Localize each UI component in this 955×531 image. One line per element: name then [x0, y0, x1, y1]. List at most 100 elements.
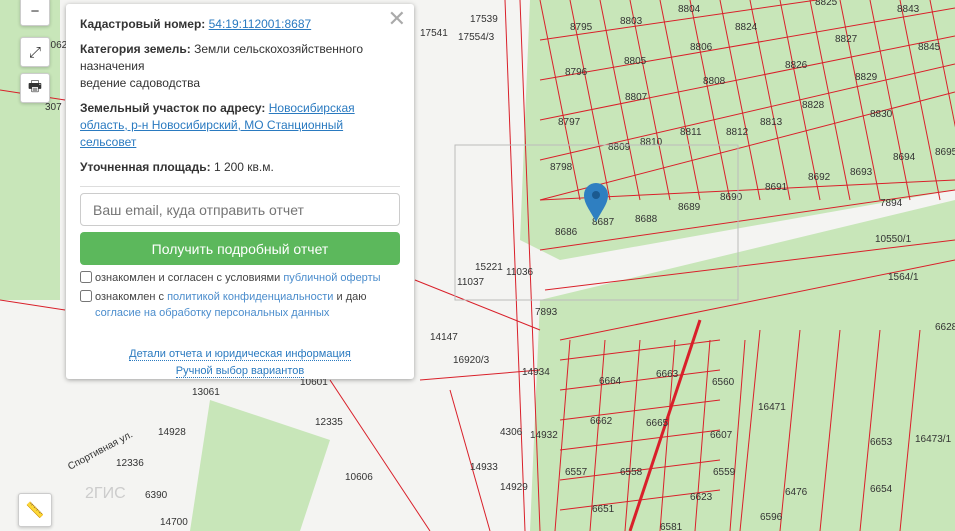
parcel-number-label: 7893 — [535, 307, 558, 318]
parcel-number-label: 8796 — [565, 67, 588, 78]
parcel-number-label: 15221 — [475, 262, 503, 273]
parcel-number-label: 8692 — [808, 172, 831, 183]
parcel-boundary — [329, 379, 431, 531]
parcel-number-label: 16473/1 — [915, 434, 952, 445]
parcel-number-label: 14933 — [470, 462, 498, 473]
zoom-out-button[interactable]: − — [20, 0, 50, 26]
parcel-boundary — [0, 299, 66, 311]
privacy-checkbox[interactable] — [80, 290, 92, 302]
parcel-number-label: 7894 — [880, 198, 903, 209]
parcel-number-label: 8807 — [625, 92, 648, 103]
watermark: 2ГИС — [85, 485, 126, 502]
parcel-number-label: 6623 — [690, 492, 713, 503]
parcel-number-label: 6628 — [935, 322, 955, 333]
parcel-number-label: 6581 — [660, 522, 683, 531]
divider — [80, 186, 400, 187]
close-icon[interactable]: ✕ — [388, 6, 406, 32]
parcel-number-label: 8812 — [726, 127, 749, 138]
agree1-text: ознакомлен и согласен с условиями — [95, 272, 281, 284]
parcel-number-label: 8827 — [835, 34, 858, 45]
parcel-number-label: 8688 — [635, 214, 658, 225]
parcel-number-label: 8803 — [620, 16, 643, 27]
offer-checkbox[interactable] — [80, 271, 92, 283]
parcel-number-label: 8811 — [680, 127, 702, 138]
parcel-number-label: 6559 — [713, 467, 736, 478]
parcel-number-label: 10606 — [345, 472, 373, 483]
parcel-number-label: 8693 — [850, 167, 873, 178]
parcel-number-label: 13061 — [192, 387, 220, 398]
printer-icon: 🖶 — [27, 77, 43, 95]
area-value: 1 200 кв.м. — [213, 160, 274, 174]
parcel-number-label: 11037 — [457, 277, 485, 288]
parcel-number-label: 10550/1 — [875, 234, 912, 245]
parcel-number-label: 17539 — [470, 14, 498, 25]
fullscreen-button[interactable]: ⤢ — [20, 37, 50, 67]
parcel-number-label: 8824 — [735, 22, 758, 33]
category-use: ведение садоводства — [80, 76, 201, 90]
parcel-number-label: 8808 — [703, 76, 726, 87]
parcel-number-label: 6663 — [656, 369, 679, 380]
parcel-number-label: 8795 — [570, 22, 593, 33]
address-label: Земельный участок по адресу: — [80, 101, 266, 115]
expand-icon: ⤢ — [28, 43, 41, 61]
email-input[interactable] — [80, 193, 400, 226]
parcel-number-label: 14934 — [522, 367, 550, 378]
parcel-number-label: 6390 — [145, 490, 168, 501]
parcel-number-label: 17541 — [420, 28, 448, 39]
parcel-number-label: 8843 — [897, 4, 920, 15]
cadastral-number-link[interactable]: 54:19:112001:8687 — [209, 17, 312, 31]
parcel-number-label: 12335 — [315, 417, 343, 428]
parcel-number-label: 8686 — [555, 227, 578, 238]
ruler-icon: 📏 — [25, 502, 45, 519]
parcel-number-label: 6664 — [599, 376, 622, 387]
agree2-text: ознакомлен с — [95, 291, 165, 303]
parcel-boundary — [504, 0, 526, 531]
parcel-boundary — [449, 389, 491, 531]
get-report-button[interactable]: Получить подробный отчет — [80, 232, 400, 265]
parcel-number-label: 8804 — [678, 4, 701, 15]
parcel-number-label: 8825 — [815, 0, 838, 8]
parcel-number-label: 14928 — [158, 427, 186, 438]
details-link[interactable]: Детали отчета и юридическая информация — [129, 348, 351, 361]
parcel-number-label: 14700 — [160, 517, 188, 528]
parcel-number-label: 307 — [45, 102, 62, 113]
cadastral-label: Кадастровый номер: — [80, 17, 206, 31]
parcel-number-label: 4306 — [500, 427, 523, 438]
parcel-number-label: 8797 — [558, 117, 581, 128]
parcel-number-label: 6476 — [785, 487, 808, 498]
parcel-info-popup: ✕ Кадастровый номер: 54:19:112001:8687 К… — [66, 4, 414, 379]
category-label: Категория земель: — [80, 42, 191, 56]
parcel-number-label: 8805 — [624, 56, 647, 67]
parcel-number-label: 8691 — [765, 182, 788, 193]
consent-link[interactable]: согласие на обработку персональных данны… — [95, 307, 329, 319]
manual-selection-link[interactable]: Ручной выбор вариантов — [175, 365, 305, 378]
parcel-number-label: 16920/3 — [453, 355, 490, 366]
agree2-mid: и даю — [336, 291, 367, 303]
parcel-number-label: 8806 — [690, 42, 713, 53]
parcel-number-label: 8828 — [802, 100, 825, 111]
parcel-number-label: 6557 — [565, 467, 588, 478]
print-button[interactable]: 🖶 — [20, 73, 50, 103]
privacy-link[interactable]: политикой конфиденциальности — [167, 291, 333, 303]
parcel-number-label: 14932 — [530, 430, 558, 441]
parcel-number-label: 6558 — [620, 467, 643, 478]
parcel-number-label: 16471 — [758, 402, 786, 413]
parcel-number-label: 6607 — [710, 430, 733, 441]
parcel-number-label: 8845 — [918, 42, 941, 53]
parcel-number-label: 12336 — [116, 458, 144, 469]
parcel-number-label: 11036 — [506, 267, 534, 278]
parcel-number-label: 392 — [0, 0, 17, 3]
parcel-number-label: 8798 — [550, 162, 573, 173]
area-label: Уточненная площадь: — [80, 160, 211, 174]
parcel-number-label: 8826 — [785, 60, 808, 71]
parcel-number-label: 8689 — [678, 202, 701, 213]
parcel-number-label: 6654 — [870, 484, 893, 495]
ruler-button[interactable]: 📏 — [18, 493, 52, 527]
parcel-number-label: 14929 — [500, 482, 528, 493]
parcel-number-label: 8694 — [893, 152, 916, 163]
parcel-number-label: 8690 — [720, 192, 743, 203]
parcel-number-label: 6596 — [760, 512, 783, 523]
parcel-number-label: 8810 — [640, 137, 663, 148]
offer-link[interactable]: публичной оферты — [283, 272, 380, 284]
parcel-number-label: 8809 — [608, 142, 631, 153]
